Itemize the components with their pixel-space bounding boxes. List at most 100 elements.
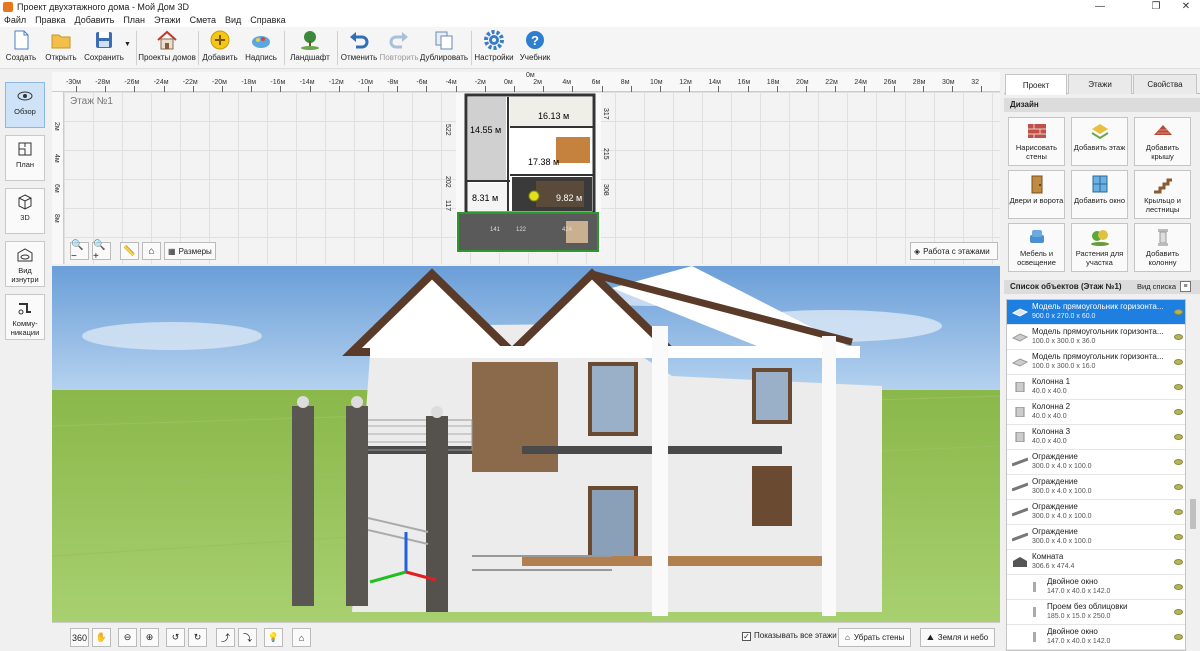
visibility-eye-icon[interactable] bbox=[1174, 559, 1183, 565]
duplicate-button[interactable]: Дублировать bbox=[420, 29, 468, 67]
settings-button[interactable]: Настройки bbox=[474, 29, 514, 67]
menu-floors[interactable]: Этажи bbox=[154, 15, 181, 25]
menu-estimate[interactable]: Смета bbox=[190, 15, 216, 25]
draw-walls-button[interactable]: Нарисовать стены bbox=[1008, 117, 1065, 166]
overview-mode-button[interactable]: Обзор bbox=[5, 82, 45, 128]
undo-button[interactable]: Отменить bbox=[341, 29, 377, 67]
visibility-eye-icon[interactable] bbox=[1174, 409, 1183, 415]
plants-button[interactable]: Растения для участка bbox=[1071, 223, 1128, 272]
3d-zoom-in-button[interactable]: ⊕ bbox=[140, 628, 159, 647]
landscape-button[interactable]: Ландшафт bbox=[290, 29, 330, 67]
doors-gates-button[interactable]: Двери и ворота bbox=[1008, 170, 1065, 219]
add-window-button[interactable]: Добавить окно bbox=[1071, 170, 1128, 219]
visibility-eye-icon[interactable] bbox=[1174, 334, 1183, 340]
pipe-icon bbox=[17, 300, 33, 316]
list-item[interactable]: Колонна 2 40.0 x 40.0 bbox=[1007, 400, 1185, 425]
3d-mode-button[interactable]: 3D bbox=[5, 188, 45, 234]
rotate-right-button[interactable]: ↻ bbox=[188, 628, 207, 647]
dimension-label: 215 bbox=[602, 148, 609, 160]
list-item[interactable]: Ограждение 300.0 x 4.0 x 100.0 bbox=[1007, 500, 1185, 525]
tab-floors[interactable]: Этажи bbox=[1068, 74, 1132, 94]
3d-viewport[interactable] bbox=[52, 266, 1000, 622]
menu-help[interactable]: Справка bbox=[250, 15, 285, 25]
minimize-button[interactable]: — bbox=[1086, 0, 1114, 13]
rotate-left-button[interactable]: ↺ bbox=[166, 628, 185, 647]
create-button[interactable]: Создать bbox=[6, 29, 36, 67]
list-item[interactable]: Комната 306.6 x 474.4 bbox=[1007, 550, 1185, 575]
interior-view-button[interactable]: Вид изнутри bbox=[5, 241, 45, 287]
lighting-button[interactable]: 💡 bbox=[264, 628, 283, 647]
list-item[interactable]: Модель прямоугольник горизонта... 100.0 … bbox=[1007, 350, 1185, 375]
menu-add[interactable]: Добавить bbox=[75, 15, 115, 25]
visibility-eye-icon[interactable] bbox=[1174, 609, 1183, 615]
house-projects-button[interactable]: Проекты домов bbox=[138, 29, 196, 67]
roof-icon bbox=[1152, 121, 1174, 141]
furniture-lighting-button[interactable]: Мебель и освещение bbox=[1008, 223, 1065, 272]
floor-plan-drawing[interactable]: 14.55 м 16.13 м 17.38 м 8.31 м 9.82 м 14… bbox=[456, 93, 601, 253]
visibility-eye-icon[interactable] bbox=[1174, 434, 1183, 440]
list-item[interactable]: Ограждение 300.0 x 4.0 x 100.0 bbox=[1007, 475, 1185, 500]
tilt-up-button[interactable]: ⤴ bbox=[216, 628, 235, 647]
list-item[interactable]: Колонна 3 40.0 x 40.0 bbox=[1007, 425, 1185, 450]
tutorial-button[interactable]: ? Учебник bbox=[519, 29, 551, 67]
list-item[interactable]: Двойное окно 147.0 x 40.0 x 142.0 bbox=[1007, 625, 1185, 650]
visibility-eye-icon[interactable] bbox=[1174, 509, 1183, 515]
menu-plan[interactable]: План bbox=[123, 15, 145, 25]
rotate-360-button[interactable]: 360 bbox=[70, 628, 89, 647]
dimensions-button[interactable]: ▦ Размеры bbox=[164, 242, 216, 260]
zoom-in-button[interactable]: 🔍+ bbox=[92, 240, 111, 262]
toolbar-separator bbox=[136, 31, 137, 65]
tab-properties[interactable]: Свойства bbox=[1133, 74, 1197, 94]
add-floor-button[interactable]: Добавить этаж bbox=[1071, 117, 1128, 166]
add-roof-button[interactable]: Добавить крышу bbox=[1134, 117, 1191, 166]
object-list-scrollbar[interactable] bbox=[1188, 299, 1198, 651]
visibility-eye-icon[interactable] bbox=[1174, 384, 1183, 390]
list-item[interactable]: Проем без облицовки 185.0 x 15.0 x 250.0 bbox=[1007, 600, 1185, 625]
list-view-icon[interactable]: ≡ bbox=[1180, 281, 1191, 292]
3d-zoom-out-button[interactable]: ⊖ bbox=[118, 628, 137, 647]
list-item[interactable]: Модель прямоугольник горизонта... 900.0 … bbox=[1007, 300, 1185, 325]
menu-file[interactable]: Файл bbox=[4, 15, 26, 25]
measure-button[interactable]: 📏 bbox=[120, 242, 139, 260]
list-item[interactable]: Модель прямоугольник горизонта... 100.0 … bbox=[1007, 325, 1185, 350]
redo-button[interactable]: Повторить bbox=[379, 29, 419, 67]
list-item[interactable]: Колонна 1 40.0 x 40.0 bbox=[1007, 375, 1185, 400]
remove-walls-button[interactable]: ⌂ Убрать стены bbox=[838, 628, 912, 647]
visibility-eye-icon[interactable] bbox=[1174, 584, 1183, 590]
visibility-eye-icon[interactable] bbox=[1174, 459, 1183, 465]
home-view-button[interactable]: ⌂ bbox=[142, 242, 161, 260]
visibility-eye-icon[interactable] bbox=[1174, 309, 1183, 315]
list-item[interactable]: Ограждение 300.0 x 4.0 x 100.0 bbox=[1007, 525, 1185, 550]
maximize-button[interactable]: ❐ bbox=[1142, 0, 1170, 13]
visibility-eye-icon[interactable] bbox=[1174, 359, 1183, 365]
3d-home-button[interactable]: ⌂ bbox=[292, 628, 311, 647]
floors-work-button[interactable]: ◈ Работа с этажами bbox=[910, 242, 998, 260]
list-item[interactable]: Двойное окно 147.0 x 40.0 x 142.0 bbox=[1007, 575, 1185, 600]
visibility-eye-icon[interactable] bbox=[1174, 534, 1183, 540]
zoom-out-button[interactable]: 🔍− bbox=[70, 240, 89, 262]
visibility-eye-icon[interactable] bbox=[1174, 484, 1183, 490]
add-column-button[interactable]: Добавить колонну bbox=[1134, 223, 1191, 272]
tab-project[interactable]: Проект bbox=[1005, 74, 1067, 95]
open-button[interactable]: Открыть bbox=[45, 29, 77, 67]
visibility-eye-icon[interactable] bbox=[1174, 634, 1183, 640]
list-view-label[interactable]: Вид списка bbox=[1137, 282, 1176, 291]
3d-view-toolbar: 360 ✋ ⊖ ⊕ ↺ ↻ ⤴ ⤵ 💡 ⌂ ✓ Показывать все э… bbox=[52, 622, 1000, 651]
tilt-down-button[interactable]: ⤵ bbox=[238, 628, 257, 647]
porch-stairs-button[interactable]: Крыльцо и лестницы bbox=[1134, 170, 1191, 219]
add-button[interactable]: Добавить bbox=[202, 29, 238, 67]
scrollbar-thumb[interactable] bbox=[1190, 499, 1196, 529]
plan-view[interactable]: -30м -28м -26м -24м -22м -20м -18м -16м -14м -12м… bbox=[52, 72, 1000, 264]
list-item[interactable]: Ограждение 300.0 x 4.0 x 100.0 bbox=[1007, 450, 1185, 475]
label-button[interactable]: Надпись bbox=[245, 29, 277, 67]
close-button[interactable]: ✕ bbox=[1172, 0, 1200, 13]
plan-mode-button[interactable]: План bbox=[5, 135, 45, 181]
ground-sky-button[interactable]: ⛰ Земля и небо bbox=[920, 628, 996, 647]
menu-view[interactable]: Вид bbox=[225, 15, 241, 25]
pan-button[interactable]: ✋ bbox=[92, 628, 111, 647]
menu-edit[interactable]: Правка bbox=[35, 15, 65, 25]
save-button[interactable]: Сохранить bbox=[84, 29, 124, 67]
show-all-floors-checkbox[interactable]: ✓ bbox=[742, 632, 751, 641]
utilities-mode-button[interactable]: Комму-никации bbox=[5, 294, 45, 340]
save-dropdown-icon[interactable]: ▼ bbox=[124, 41, 131, 48]
